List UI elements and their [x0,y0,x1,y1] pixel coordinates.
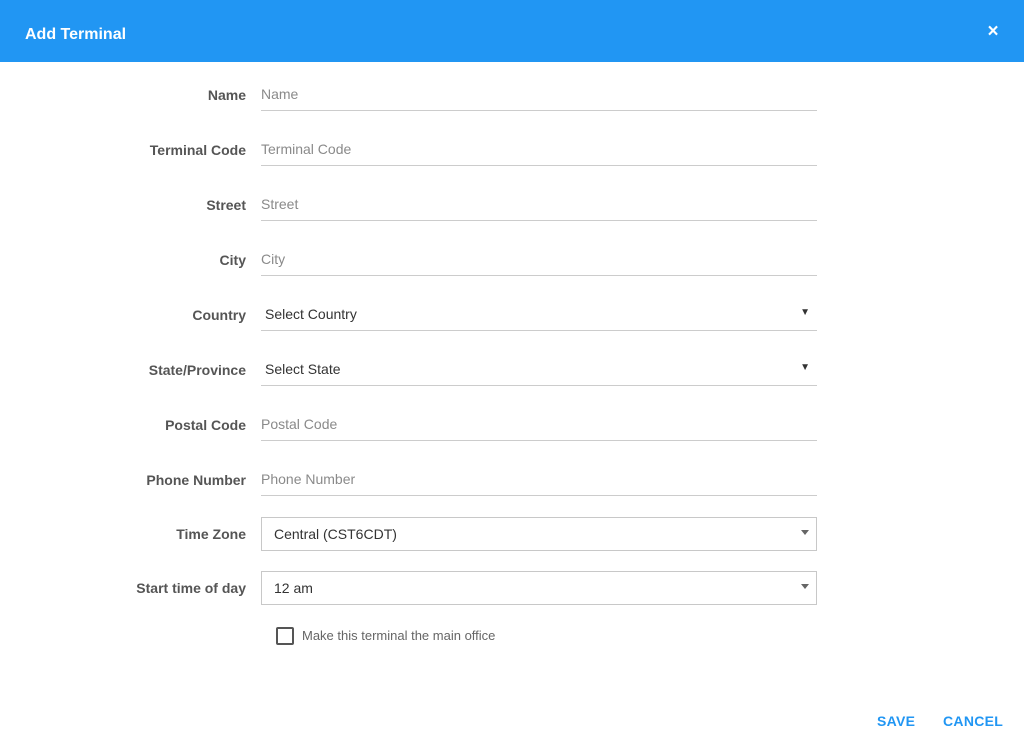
caret-down-icon: ▼ [800,307,810,318]
postal-code-label: Postal Code [165,417,246,433]
time-zone-select-value: Central (CST6CDT) [274,526,397,542]
city-label: City [219,252,246,268]
street-label: Street [206,197,246,213]
street-field-wrapper [261,188,817,221]
cancel-button[interactable]: CANCEL [943,713,1003,729]
state-select-value: Select State [265,361,341,377]
time-zone-select[interactable]: Central (CST6CDT) [261,517,817,551]
main-office-checkbox-label[interactable]: Make this terminal the main office [302,628,495,643]
phone-number-field-wrapper [261,463,817,496]
dialog-header: Add Terminal × [0,0,1024,62]
time-zone-label: Time Zone [176,526,246,542]
country-label: Country [192,307,246,323]
name-label: Name [207,87,246,103]
caret-down-icon: ▼ [800,362,810,373]
add-terminal-dialog: Add Terminal × Name Terminal Code Street… [0,0,1024,754]
start-time-select[interactable]: 12 am [261,571,817,605]
caret-down-icon [801,584,809,589]
street-input[interactable] [261,188,817,220]
name-input[interactable] [261,78,817,110]
terminal-code-input[interactable] [261,133,817,165]
state-label: State/Province [148,362,246,378]
postal-code-input[interactable] [261,408,817,440]
save-button[interactable]: SAVE [877,713,915,729]
country-select-value: Select Country [265,306,357,322]
start-time-select-value: 12 am [274,580,313,596]
name-field-wrapper [261,78,817,111]
terminal-code-field-wrapper [261,133,817,166]
close-icon[interactable]: × [984,22,1002,42]
caret-down-icon [801,530,809,535]
postal-code-field-wrapper [261,408,817,441]
country-select[interactable]: Select Country ▼ [261,298,817,331]
start-time-label: Start time of day [136,580,246,596]
city-field-wrapper [261,243,817,276]
phone-number-input[interactable] [261,463,817,495]
main-office-checkbox[interactable] [276,627,294,645]
phone-number-label: Phone Number [146,472,246,488]
state-select[interactable]: Select State ▼ [261,353,817,386]
terminal-code-label: Terminal Code [149,142,246,158]
city-input[interactable] [261,243,817,275]
dialog-title: Add Terminal [25,26,127,43]
